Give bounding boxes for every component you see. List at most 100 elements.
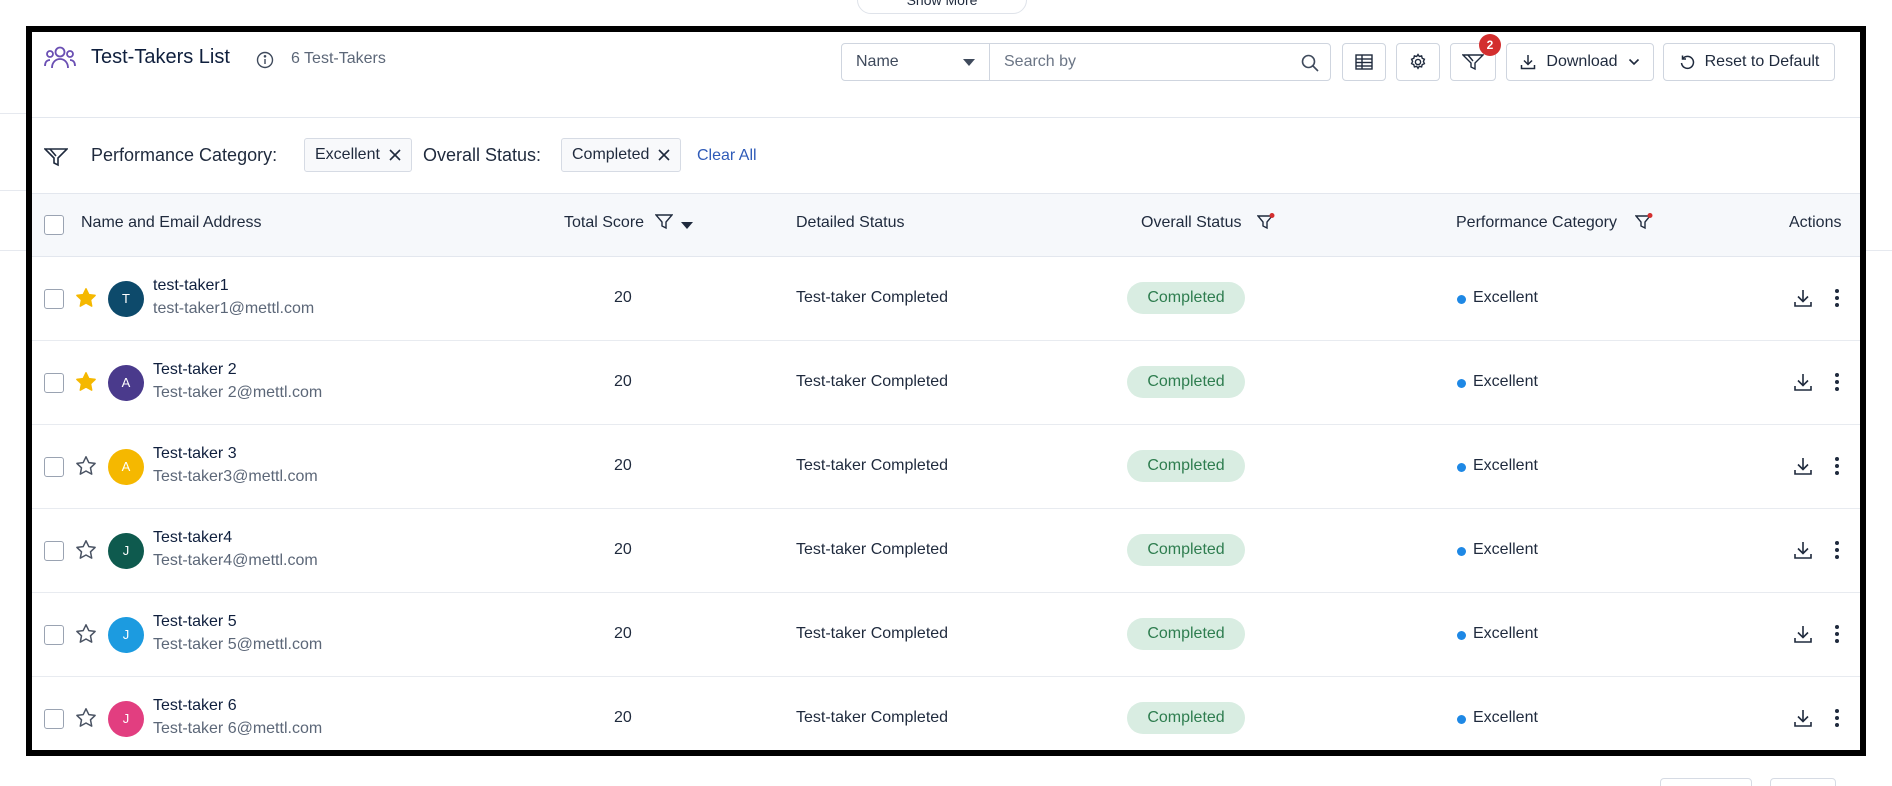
table-row[interactable]: A Test-taker 2 Test-taker 2@mettl.com 20 Tes… <box>32 341 1860 425</box>
table-row[interactable]: J Test-taker 5 Test-taker 5@mettl.com 20 Tes… <box>32 593 1860 677</box>
download-icon[interactable] <box>1792 539 1814 561</box>
page-title: Test-Takers List <box>91 46 230 68</box>
filter-label-overall-status: Overall Status: <box>423 145 542 165</box>
page: Show More Test-Takers List 6 Test-Takers <box>0 0 1892 786</box>
test-taker-email: Test-taker3@mettl.com <box>153 468 318 485</box>
table-row[interactable]: J Test-taker4 Test-taker4@mettl.com 20 Test-… <box>32 509 1860 593</box>
info-icon[interactable] <box>256 51 274 69</box>
star-outline-icon[interactable] <box>75 455 97 477</box>
star-outline-icon[interactable] <box>75 623 97 645</box>
test-taker-email: Test-taker4@mettl.com <box>153 552 318 569</box>
row-checkbox[interactable] <box>44 625 64 645</box>
download-icon[interactable] <box>1792 623 1814 645</box>
test-taker-name[interactable]: Test-taker 3 <box>153 445 237 463</box>
select-all-checkbox[interactable] <box>44 215 64 235</box>
status-badge: Completed <box>1127 534 1245 566</box>
test-taker-name[interactable]: Test-taker 5 <box>153 613 237 631</box>
status-dot <box>1457 631 1466 640</box>
avatar: T <box>108 281 144 317</box>
filter-active-icon[interactable] <box>1257 213 1275 231</box>
table-row[interactable]: A Test-taker 3 Test-taker3@mettl.com 20 Test… <box>32 425 1860 509</box>
pagination-nav-button[interactable] <box>1770 778 1836 786</box>
more-vertical-icon[interactable] <box>1833 623 1841 645</box>
pagination-size-button[interactable] <box>1660 778 1752 786</box>
close-icon[interactable] <box>389 149 401 161</box>
reset-icon <box>1680 55 1694 70</box>
filter-chip-label: Excellent <box>315 146 380 163</box>
close-icon[interactable] <box>658 149 670 161</box>
more-vertical-icon[interactable] <box>1833 539 1841 561</box>
row-checkbox[interactable] <box>44 457 64 477</box>
filter-count-badge: 2 <box>1479 34 1501 56</box>
applied-filters-bar: Performance Category: Excellent Overall … <box>32 118 1860 194</box>
star-filled-icon[interactable] <box>75 371 97 393</box>
filter-button[interactable]: 2 <box>1450 34 1501 81</box>
status-badge: Completed <box>1127 618 1245 650</box>
avatar: J <box>108 701 144 737</box>
avatar: J <box>108 617 144 653</box>
status-dot <box>1457 295 1466 304</box>
more-vertical-icon[interactable] <box>1833 707 1841 729</box>
column-header-actions: Actions <box>1789 214 1842 231</box>
download-icon[interactable] <box>1792 707 1814 729</box>
download-icon[interactable] <box>1792 455 1814 477</box>
detailed-status: Test-taker Completed <box>796 289 949 306</box>
star-outline-icon[interactable] <box>75 707 97 729</box>
more-vertical-icon[interactable] <box>1833 455 1841 477</box>
users-icon <box>44 46 76 69</box>
settings-button[interactable] <box>1396 43 1440 81</box>
test-taker-name[interactable]: Test-taker4 <box>153 529 232 547</box>
test-taker-name[interactable]: Test-taker 2 <box>153 361 237 379</box>
download-icon[interactable] <box>1792 371 1814 393</box>
status-badge: Completed <box>1127 366 1245 398</box>
star-outline-icon[interactable] <box>75 539 97 561</box>
filter-icon[interactable] <box>655 213 673 231</box>
test-taker-name[interactable]: test-taker1 <box>153 277 229 295</box>
detailed-status: Test-taker Completed <box>796 373 949 390</box>
gear-icon <box>1410 53 1426 70</box>
more-vertical-icon[interactable] <box>1833 371 1841 393</box>
download-icon[interactable] <box>1792 287 1814 309</box>
detailed-status: Test-taker Completed <box>796 457 949 474</box>
columns-button[interactable] <box>1342 43 1386 81</box>
chevron-down-icon <box>1628 58 1639 66</box>
filter-label-performance: Performance Category: <box>91 145 278 165</box>
column-header-total-score[interactable]: Total Score <box>564 214 644 232</box>
star-filled-icon[interactable] <box>75 287 97 309</box>
sort-descending-icon[interactable] <box>681 222 693 229</box>
avatar: A <box>108 365 144 401</box>
detailed-status: Test-taker Completed <box>796 625 949 642</box>
search-field-select[interactable]: Name <box>842 44 990 80</box>
performance-category: Excellent <box>1473 709 1538 726</box>
test-taker-email: Test-taker 5@mettl.com <box>153 636 323 653</box>
performance-category: Excellent <box>1473 457 1538 474</box>
columns-icon <box>1355 54 1373 70</box>
detailed-status: Test-taker Completed <box>796 541 949 558</box>
row-checkbox[interactable] <box>44 541 64 561</box>
row-checkbox[interactable] <box>44 289 64 309</box>
download-button[interactable]: Download <box>1506 43 1654 81</box>
clear-all-link[interactable]: Clear All <box>697 147 757 165</box>
status-badge: Completed <box>1127 282 1245 314</box>
download-label: Download <box>1546 53 1618 70</box>
search-input[interactable] <box>990 44 1330 80</box>
table-row[interactable]: J Test-taker 6 Test-taker 6@mettl.com 20 Tes… <box>32 677 1860 750</box>
search-icon[interactable] <box>1300 53 1320 73</box>
more-vertical-icon[interactable] <box>1833 287 1841 309</box>
caret-down-icon <box>963 59 975 66</box>
avatar: J <box>108 533 144 569</box>
performance-category: Excellent <box>1473 373 1538 390</box>
download-icon <box>1521 55 1536 70</box>
bg-divider <box>0 250 26 251</box>
test-taker-email: test-taker1@mettl.com <box>153 300 315 317</box>
row-checkbox[interactable] <box>44 373 64 393</box>
panel-header: Test-Takers List 6 Test-Takers Name Sear… <box>32 32 1860 118</box>
reset-to-default-button[interactable]: Reset to Default <box>1663 43 1835 81</box>
row-checkbox[interactable] <box>44 709 64 729</box>
show-more-button[interactable]: Show More <box>857 0 1027 14</box>
filter-active-icon[interactable] <box>1635 213 1653 231</box>
total-score: 20 <box>614 541 632 558</box>
table-row[interactable]: Ttest-taker1 test-taker1@mettl.com 20 Test-… <box>32 257 1860 341</box>
total-score: 20 <box>614 709 632 726</box>
test-taker-name[interactable]: Test-taker 6 <box>153 697 237 715</box>
